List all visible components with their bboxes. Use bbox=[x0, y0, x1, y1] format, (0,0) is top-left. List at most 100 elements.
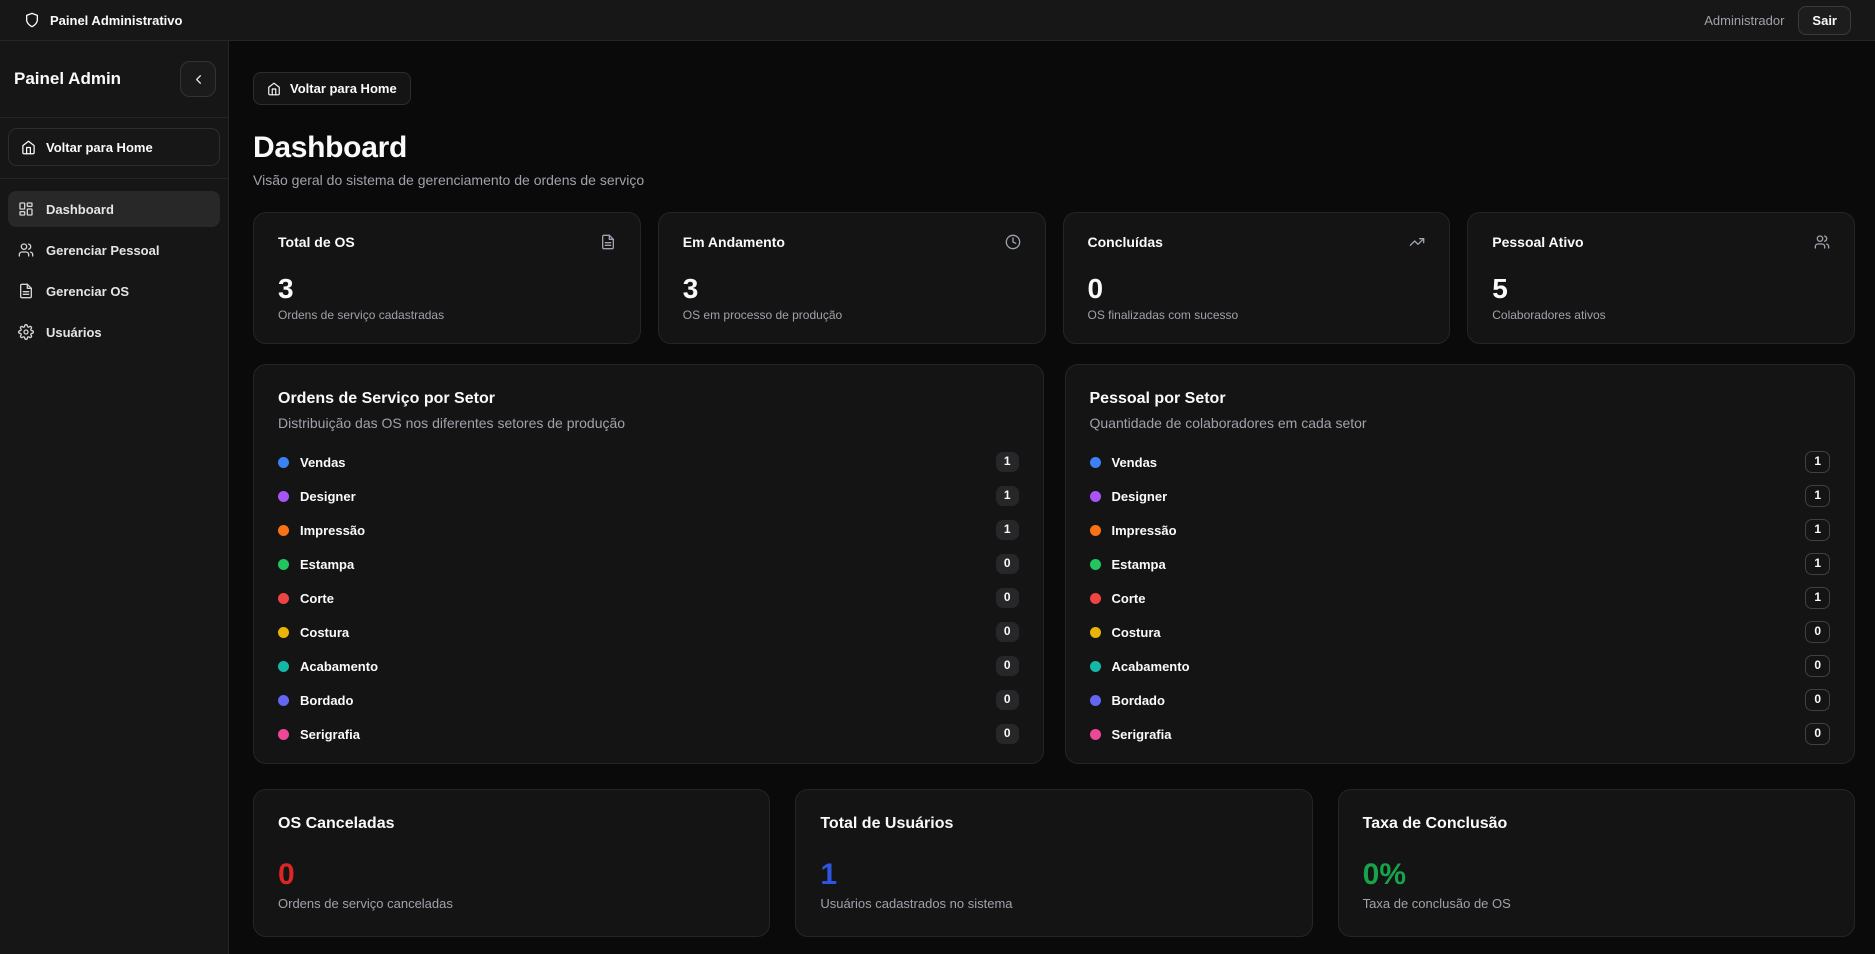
sector-color-dot bbox=[1090, 593, 1101, 604]
sector-count-badge: 0 bbox=[1805, 689, 1830, 710]
sector-label: Vendas bbox=[300, 455, 996, 470]
sector-row: Estampa0 bbox=[278, 554, 1019, 574]
bottom-card-value: 0 bbox=[278, 860, 745, 890]
sector-count-badge: 1 bbox=[996, 486, 1019, 505]
sector-label: Estampa bbox=[300, 557, 996, 572]
sector-color-dot bbox=[278, 525, 289, 536]
sector-count-badge: 1 bbox=[1805, 485, 1830, 506]
sector-count-badge: 1 bbox=[1805, 451, 1830, 472]
card-os-canceladas: OS Canceladas 0 Ordens de serviço cancel… bbox=[253, 789, 770, 937]
panel-title: Pessoal por Setor bbox=[1090, 390, 1831, 408]
bottom-card-description: Taxa de conclusão de OS bbox=[1363, 896, 1830, 911]
sidebar-home-button[interactable]: Voltar para Home bbox=[8, 128, 220, 166]
stat-card-value: 3 bbox=[278, 275, 616, 303]
bottom-card-title: OS Canceladas bbox=[278, 815, 745, 833]
panel-subtitle: Distribuição das OS nos diferentes setor… bbox=[278, 415, 1019, 431]
sector-color-dot bbox=[278, 559, 289, 570]
bottom-card-value: 1 bbox=[820, 860, 1287, 890]
users-icon bbox=[1814, 234, 1830, 250]
bottom-card-row: OS Canceladas 0 Ordens de serviço cancel… bbox=[253, 789, 1855, 937]
sector-count-badge: 0 bbox=[1805, 655, 1830, 676]
sector-color-dot bbox=[1090, 491, 1101, 502]
sector-color-dot bbox=[1090, 457, 1101, 468]
sector-row: Corte1 bbox=[1090, 588, 1831, 608]
stat-card-title: Total de OS bbox=[278, 234, 355, 250]
stat-card-title: Pessoal Ativo bbox=[1492, 234, 1583, 250]
gear-icon bbox=[18, 324, 34, 340]
page-title: Dashboard bbox=[253, 131, 1855, 165]
stat-card-description: Ordens de serviço cadastradas bbox=[278, 308, 616, 322]
stat-card-value: 5 bbox=[1492, 275, 1830, 303]
app-title: Painel Administrativo bbox=[50, 13, 182, 28]
file-text-icon bbox=[18, 283, 34, 299]
sector-row: Impressão1 bbox=[1090, 520, 1831, 540]
panel-title: Ordens de Serviço por Setor bbox=[278, 390, 1019, 408]
sector-count-badge: 0 bbox=[1805, 621, 1830, 642]
stat-card-description: OS em processo de produção bbox=[683, 308, 1021, 322]
sector-color-dot bbox=[278, 661, 289, 672]
sector-label: Vendas bbox=[1112, 455, 1806, 470]
clock-icon bbox=[1005, 234, 1021, 250]
sector-row: Corte0 bbox=[278, 588, 1019, 608]
sector-count-badge: 1 bbox=[1805, 553, 1830, 574]
sector-color-dot bbox=[1090, 525, 1101, 536]
back-home-button[interactable]: Voltar para Home bbox=[253, 72, 411, 105]
stat-card-value: 0 bbox=[1088, 275, 1426, 303]
bottom-card-title: Taxa de Conclusão bbox=[1363, 815, 1830, 833]
sector-color-dot bbox=[278, 491, 289, 502]
page-subtitle: Visão geral do sistema de gerenciamento … bbox=[253, 172, 1855, 188]
bottom-card-title: Total de Usuários bbox=[820, 815, 1287, 833]
topbar-brand: Painel Administrativo bbox=[24, 12, 182, 28]
stat-card-title: Em Andamento bbox=[683, 234, 785, 250]
sector-color-dot bbox=[278, 729, 289, 740]
sector-count-badge: 0 bbox=[996, 554, 1019, 573]
sector-count-badge: 0 bbox=[1805, 723, 1830, 744]
sidebar-item-usuarios[interactable]: Usuários bbox=[8, 314, 220, 350]
panel-os-por-setor: Ordens de Serviço por Setor Distribuição… bbox=[253, 364, 1044, 764]
sector-count-badge: 0 bbox=[996, 724, 1019, 743]
users-icon bbox=[18, 242, 34, 258]
sidebar: Painel Admin Voltar para Home Dashboard bbox=[0, 41, 229, 954]
sector-row: Vendas1 bbox=[1090, 452, 1831, 472]
sector-color-dot bbox=[278, 593, 289, 604]
sector-color-dot bbox=[278, 695, 289, 706]
sector-row: Impressão1 bbox=[278, 520, 1019, 540]
sector-count-badge: 1 bbox=[996, 452, 1019, 471]
sector-row: Acabamento0 bbox=[278, 656, 1019, 676]
sector-color-dot bbox=[1090, 695, 1101, 706]
sector-row: Serigrafia0 bbox=[1090, 724, 1831, 744]
card-taxa-conclusao: Taxa de Conclusão 0% Taxa de conclusão d… bbox=[1338, 789, 1855, 937]
topbar: Painel Administrativo Administrador Sair bbox=[0, 0, 1875, 41]
sector-color-dot bbox=[1090, 559, 1101, 570]
bottom-card-value: 0% bbox=[1363, 860, 1830, 890]
sector-count-badge: 0 bbox=[996, 656, 1019, 675]
sector-label: Impressão bbox=[300, 523, 996, 538]
sector-color-dot bbox=[278, 627, 289, 638]
stat-card-title: Concluídas bbox=[1088, 234, 1163, 250]
sector-row: Bordado0 bbox=[278, 690, 1019, 710]
bottom-card-description: Ordens de serviço canceladas bbox=[278, 896, 745, 911]
logout-button[interactable]: Sair bbox=[1798, 6, 1851, 35]
sector-row: Acabamento0 bbox=[1090, 656, 1831, 676]
chevron-left-icon bbox=[191, 72, 206, 87]
sector-count-badge: 1 bbox=[1805, 519, 1830, 540]
card-total-usuarios: Total de Usuários 1 Usuários cadastrados… bbox=[795, 789, 1312, 937]
stat-card-pessoal-ativo: Pessoal Ativo 5 Colaboradores ativos bbox=[1467, 212, 1855, 344]
sector-row: Bordado0 bbox=[1090, 690, 1831, 710]
sector-label: Bordado bbox=[300, 693, 996, 708]
sector-list: Vendas1Designer1Impressão1Estampa1Corte1… bbox=[1090, 452, 1831, 744]
sidebar-item-gerenciar-pessoal[interactable]: Gerenciar Pessoal bbox=[8, 232, 220, 268]
sector-label: Corte bbox=[300, 591, 996, 606]
sector-panels-row: Ordens de Serviço por Setor Distribuição… bbox=[253, 364, 1855, 764]
stat-card-description: OS finalizadas com sucesso bbox=[1088, 308, 1426, 322]
home-icon bbox=[21, 140, 36, 155]
sidebar-item-gerenciar-os[interactable]: Gerenciar OS bbox=[8, 273, 220, 309]
sidebar-collapse-button[interactable] bbox=[180, 61, 216, 97]
dashboard-icon bbox=[18, 201, 34, 217]
sector-count-badge: 1 bbox=[996, 520, 1019, 539]
sector-color-dot bbox=[1090, 729, 1101, 740]
sector-count-badge: 0 bbox=[996, 690, 1019, 709]
logged-user-label: Administrador bbox=[1704, 13, 1784, 28]
panel-pessoal-por-setor: Pessoal por Setor Quantidade de colabora… bbox=[1065, 364, 1856, 764]
sidebar-item-dashboard[interactable]: Dashboard bbox=[8, 191, 220, 227]
